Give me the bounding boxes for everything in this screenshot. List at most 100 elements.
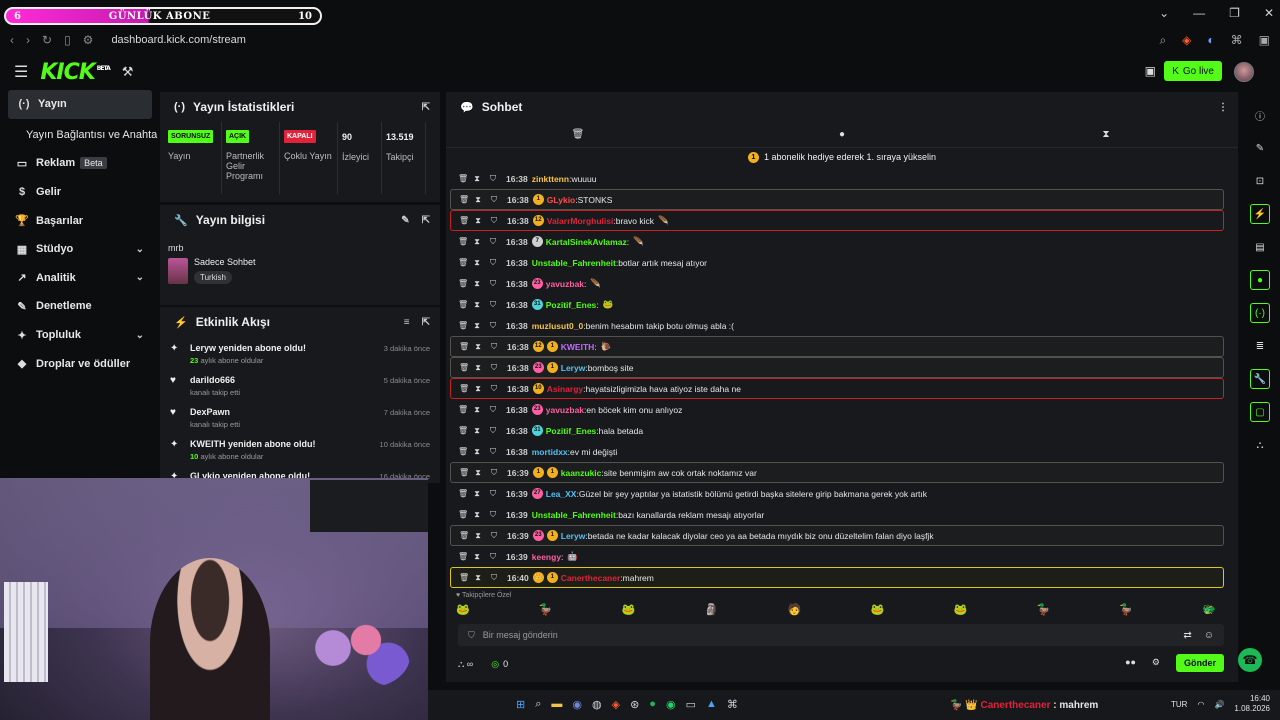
camera-icon[interactable]: ▣ [1145,64,1156,78]
go-live-button[interactable]: K Go live [1164,61,1222,81]
kick-logo[interactable]: KICK BETA [40,60,110,85]
chat-message[interactable]: 🗑 ⧗ ⛉ 16:38 23 yavuzbak: 🪶 [450,273,1224,294]
wrench-rail-icon[interactable]: 🔧 [1250,369,1270,389]
timeout-icon[interactable]: ⧗ [474,321,480,331]
ban-icon[interactable]: ⛉ [490,405,496,415]
ban-icon[interactable]: ⛉ [491,195,497,205]
message-username[interactable]: ValarrMorghulisi [547,216,614,226]
broadcast-rail-icon[interactable]: (·) [1250,303,1270,323]
message-username[interactable]: Canerthecaner [561,573,621,583]
timeout-icon[interactable]: ⧗ [474,510,480,520]
message-username[interactable]: Leryw [561,363,586,373]
emoji-icon[interactable]: ☺ [1204,630,1214,641]
message-username[interactable]: Pozitif_Enes [546,300,597,310]
discord-icon[interactable]: ◉ [572,698,582,711]
chat-message[interactable]: 🗑 ⧗ ⛉ 16:38 31 Pozitif_Enes: 🐸 [450,294,1224,315]
message-username[interactable]: Unstable_Fahrenheit [532,510,616,520]
delete-message-icon[interactable]: 🗑 [458,510,468,519]
url-text[interactable]: dashboard.kick.com/stream [111,34,246,46]
sidebar-item[interactable]: Yayın Bağlantısı ve Anahtarı [0,121,158,150]
hourglass-icon[interactable]: ⧗ [974,129,1238,140]
taskbar-search-icon[interactable]: ⌕ [535,698,541,711]
bookmark-icon[interactable]: ▯ [64,33,71,47]
message-username[interactable]: Pozitif_Enes [546,426,597,436]
emote-icon[interactable]: 🧑 [788,603,802,616]
app-icon[interactable]: ⌘ [727,698,738,711]
timeout-icon[interactable]: ⧗ [475,468,481,478]
message-username[interactable]: muzlusut0_0 [532,321,584,331]
delete-message-icon[interactable]: 🗑 [459,342,469,351]
pinned-banner[interactable]: 1 1 abonelik hediye ederek 1. sıraya yük… [446,148,1238,166]
sidebar-item[interactable]: ▭ Reklam Beta [0,149,158,178]
message-username[interactable]: Lea_XX [546,489,577,499]
ban-icon[interactable]: ⛉ [490,237,496,247]
spotify-icon[interactable]: ● [649,698,656,711]
browser-shield-icon[interactable]: ◈ [1182,33,1191,48]
trash-icon[interactable]: 🗑 [446,129,710,140]
message-username[interactable]: yavuzbak [546,405,584,415]
delete-message-icon[interactable]: 🗑 [459,363,469,372]
delete-message-icon[interactable]: 🗑 [458,237,468,246]
restore-button[interactable]: ❐ [1229,6,1240,20]
timeout-icon[interactable]: ⧗ [475,216,481,226]
whatsapp-icon[interactable]: ◉ [666,698,676,711]
delete-message-icon[interactable]: 🗑 [459,531,469,540]
photos-icon[interactable]: ▲ [706,698,717,711]
delete-message-icon[interactable]: 🗑 [458,300,468,309]
timeout-icon[interactable]: ⧗ [474,489,480,499]
timeout-icon[interactable]: ⧗ [475,531,481,541]
ban-icon[interactable]: ⛉ [491,363,497,373]
bolt-icon[interactable]: ⚡ [1250,204,1270,224]
focus-icon[interactable]: ⊡ [1250,171,1270,191]
chat-message[interactable]: 🗑 ⧗ ⛉ 16:38 12 1 KWEITH: 🐌 [450,336,1224,357]
message-username[interactable]: GLykio [547,195,576,205]
brave-icon[interactable]: ◈ [612,698,620,711]
popout-icon[interactable]: ⇱ [422,102,430,113]
chat-bubble-icon[interactable]: ●● [1125,657,1136,667]
chevron-down-icon[interactable]: ⌄ [136,244,144,255]
delete-message-icon[interactable]: 🗑 [458,426,468,435]
delete-message-icon[interactable]: 🗑 [458,258,468,267]
chat-rail-icon[interactable]: ● [1250,270,1270,290]
emote-icon[interactable]: 🦆 [539,603,553,616]
wifi-icon[interactable]: ◠ [1197,700,1204,709]
message-username[interactable]: mortidxx [532,447,568,457]
chevron-down-icon[interactable]: ⌄ [136,330,144,341]
timeout-icon[interactable]: ⧗ [474,279,480,289]
obs-icon[interactable]: ◍ [592,698,602,711]
chat-message[interactable]: 🗑 ⧗ ⛉ 16:38 zinkttenn: wuuuu [450,168,1224,189]
delete-message-icon[interactable]: 🗑 [458,405,468,414]
chat-message[interactable]: 🗑 ⧗ ⛉ 16:38 23 1 Leryw: bomboş site [450,357,1224,378]
popout-icon[interactable]: ⇱ [422,317,430,328]
timeout-icon[interactable]: ⧗ [474,447,480,457]
chat-message[interactable]: 🗑 ⧗ ⛉ 16:38 23 yavuzbak: en böcek kim onu anl… [450,399,1224,420]
window-icon[interactable]: ▢ [1250,402,1270,422]
ban-icon[interactable]: ⛉ [490,279,496,289]
message-username[interactable]: KWEITH [561,342,595,352]
timeout-icon[interactable]: ⧗ [474,174,480,184]
ban-icon[interactable]: ⛉ [491,216,497,226]
timeout-icon[interactable]: ⧗ [474,552,480,562]
chat-message[interactable]: 🗑 ⧗ ⛉ 16:38 muzlusut0_0: benim hesabım takip… [450,315,1224,336]
filter-icon[interactable]: ≡ [404,317,410,328]
delete-message-icon[interactable]: 🗑 [458,321,468,330]
delete-message-icon[interactable]: 🗑 [459,384,469,393]
ban-icon[interactable]: ⛉ [490,489,496,499]
message-username[interactable]: kaanzukic [561,468,602,478]
chat-message[interactable]: 🗑 ⧗ ⛉ 16:38 10 Asinargy: hayatsizligimizla ha… [450,378,1224,399]
back-icon[interactable]: ‹ [10,33,14,47]
chat-message[interactable]: 🗑 ⧗ ⛉ 16:38 12 ValarrMorghulisi: bravo kick 🪶 [450,210,1224,231]
sidebar-item[interactable]: ▦ Stüdyo ⌄ [0,235,158,264]
chevron-down-icon[interactable]: ⌄ [136,272,144,283]
chat-message[interactable]: 🗑 ⧗ ⛉ 16:38 7 KartalSinekAvlamaz: 🪶 [450,231,1224,252]
sidebar-item[interactable]: $ Gelir [0,178,158,207]
sidebar-item[interactable]: 🏆 Başarılar [0,206,158,235]
delete-message-icon[interactable]: 🗑 [459,195,469,204]
volume-icon[interactable]: 🔊 [1214,700,1224,709]
delete-message-icon[interactable]: 🗑 [458,279,468,288]
chat-message[interactable]: 🗑 ⧗ ⛉ 16:38 1 GLykio: STONKS [450,189,1224,210]
chat-message[interactable]: 🗑 ⧗ ⛉ 16:38 31 Pozitif_Enes: hala betada [450,420,1224,441]
send-button[interactable]: Gönder [1175,654,1224,672]
timeout-icon[interactable]: ⧗ [475,342,481,352]
ban-icon[interactable]: ⛉ [490,174,496,184]
